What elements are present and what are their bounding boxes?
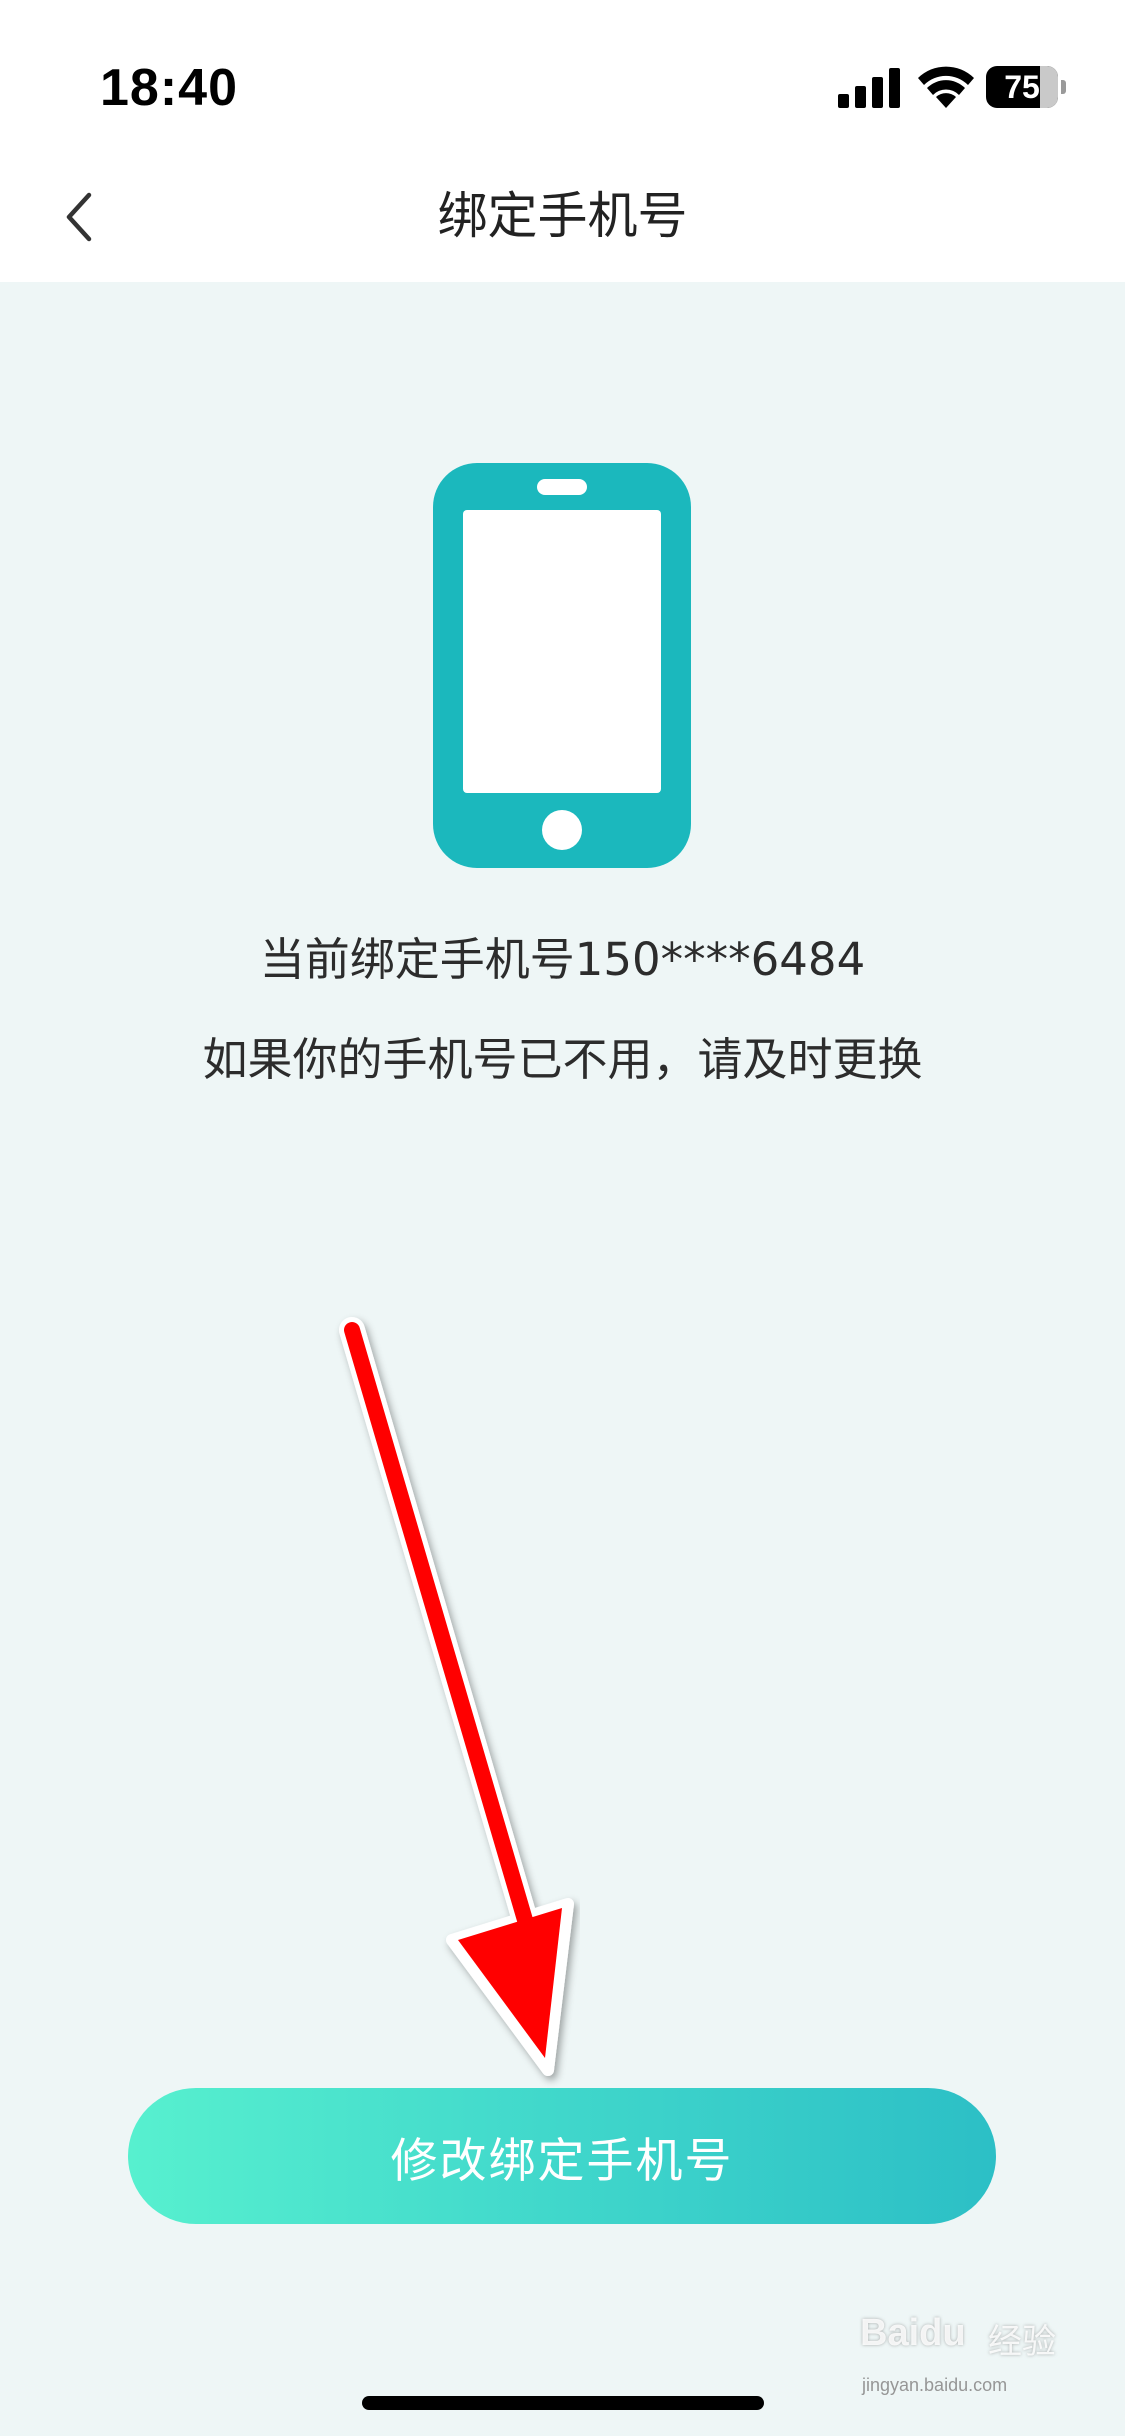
page-title: 绑定手机号 [437,187,688,245]
status-time: 18:40 [100,59,238,117]
current-binding-text: 当前绑定手机号150****6484 [259,933,866,986]
battery-level: 75 [1004,69,1040,105]
wifi-icon [918,66,974,108]
annotation-arrow-icon [339,1317,574,2076]
change-binding-button[interactable]: 修改绑定手机号 [128,2088,996,2224]
signal-icon [838,68,900,108]
back-button[interactable] [44,172,114,262]
battery-body: 75 [986,66,1058,108]
change-hint-text: 如果你的手机号已不用，请及时更换 [202,1033,923,1086]
baidu-watermark: Baidu 经验 [860,2300,1070,2370]
status-bar: 18:40 75 [0,0,1125,150]
watermark-brand-cn: 经验 [988,2322,1056,2362]
battery-cap [1061,80,1066,94]
home-indicator[interactable] [362,2396,764,2410]
battery-icon: 75 [986,66,1066,108]
watermark-brand: Baidu [860,2312,966,2354]
smartphone-icon [433,463,691,868]
watermark-url: jingyan.baidu.com [862,2375,1008,2395]
chevron-left-icon [66,192,92,242]
nav-bar: 绑定手机号 [0,150,1125,282]
